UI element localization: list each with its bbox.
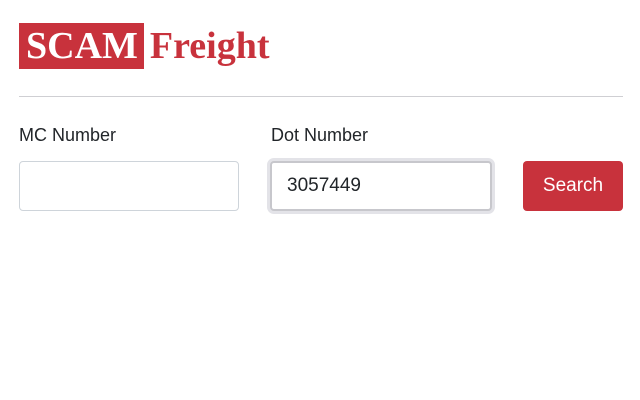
mc-number-label: MC Number [19, 125, 117, 145]
dot-number-input[interactable] [270, 161, 492, 211]
header-divider [19, 96, 623, 97]
dot-number-label: Dot Number [271, 125, 369, 145]
mc-number-input[interactable] [19, 161, 239, 211]
search-button[interactable]: Search [523, 161, 623, 211]
logo: SCAM Freight [19, 21, 270, 71]
logo-word-text: Freight [149, 25, 270, 67]
logo-boxed-text: SCAM [19, 23, 144, 69]
